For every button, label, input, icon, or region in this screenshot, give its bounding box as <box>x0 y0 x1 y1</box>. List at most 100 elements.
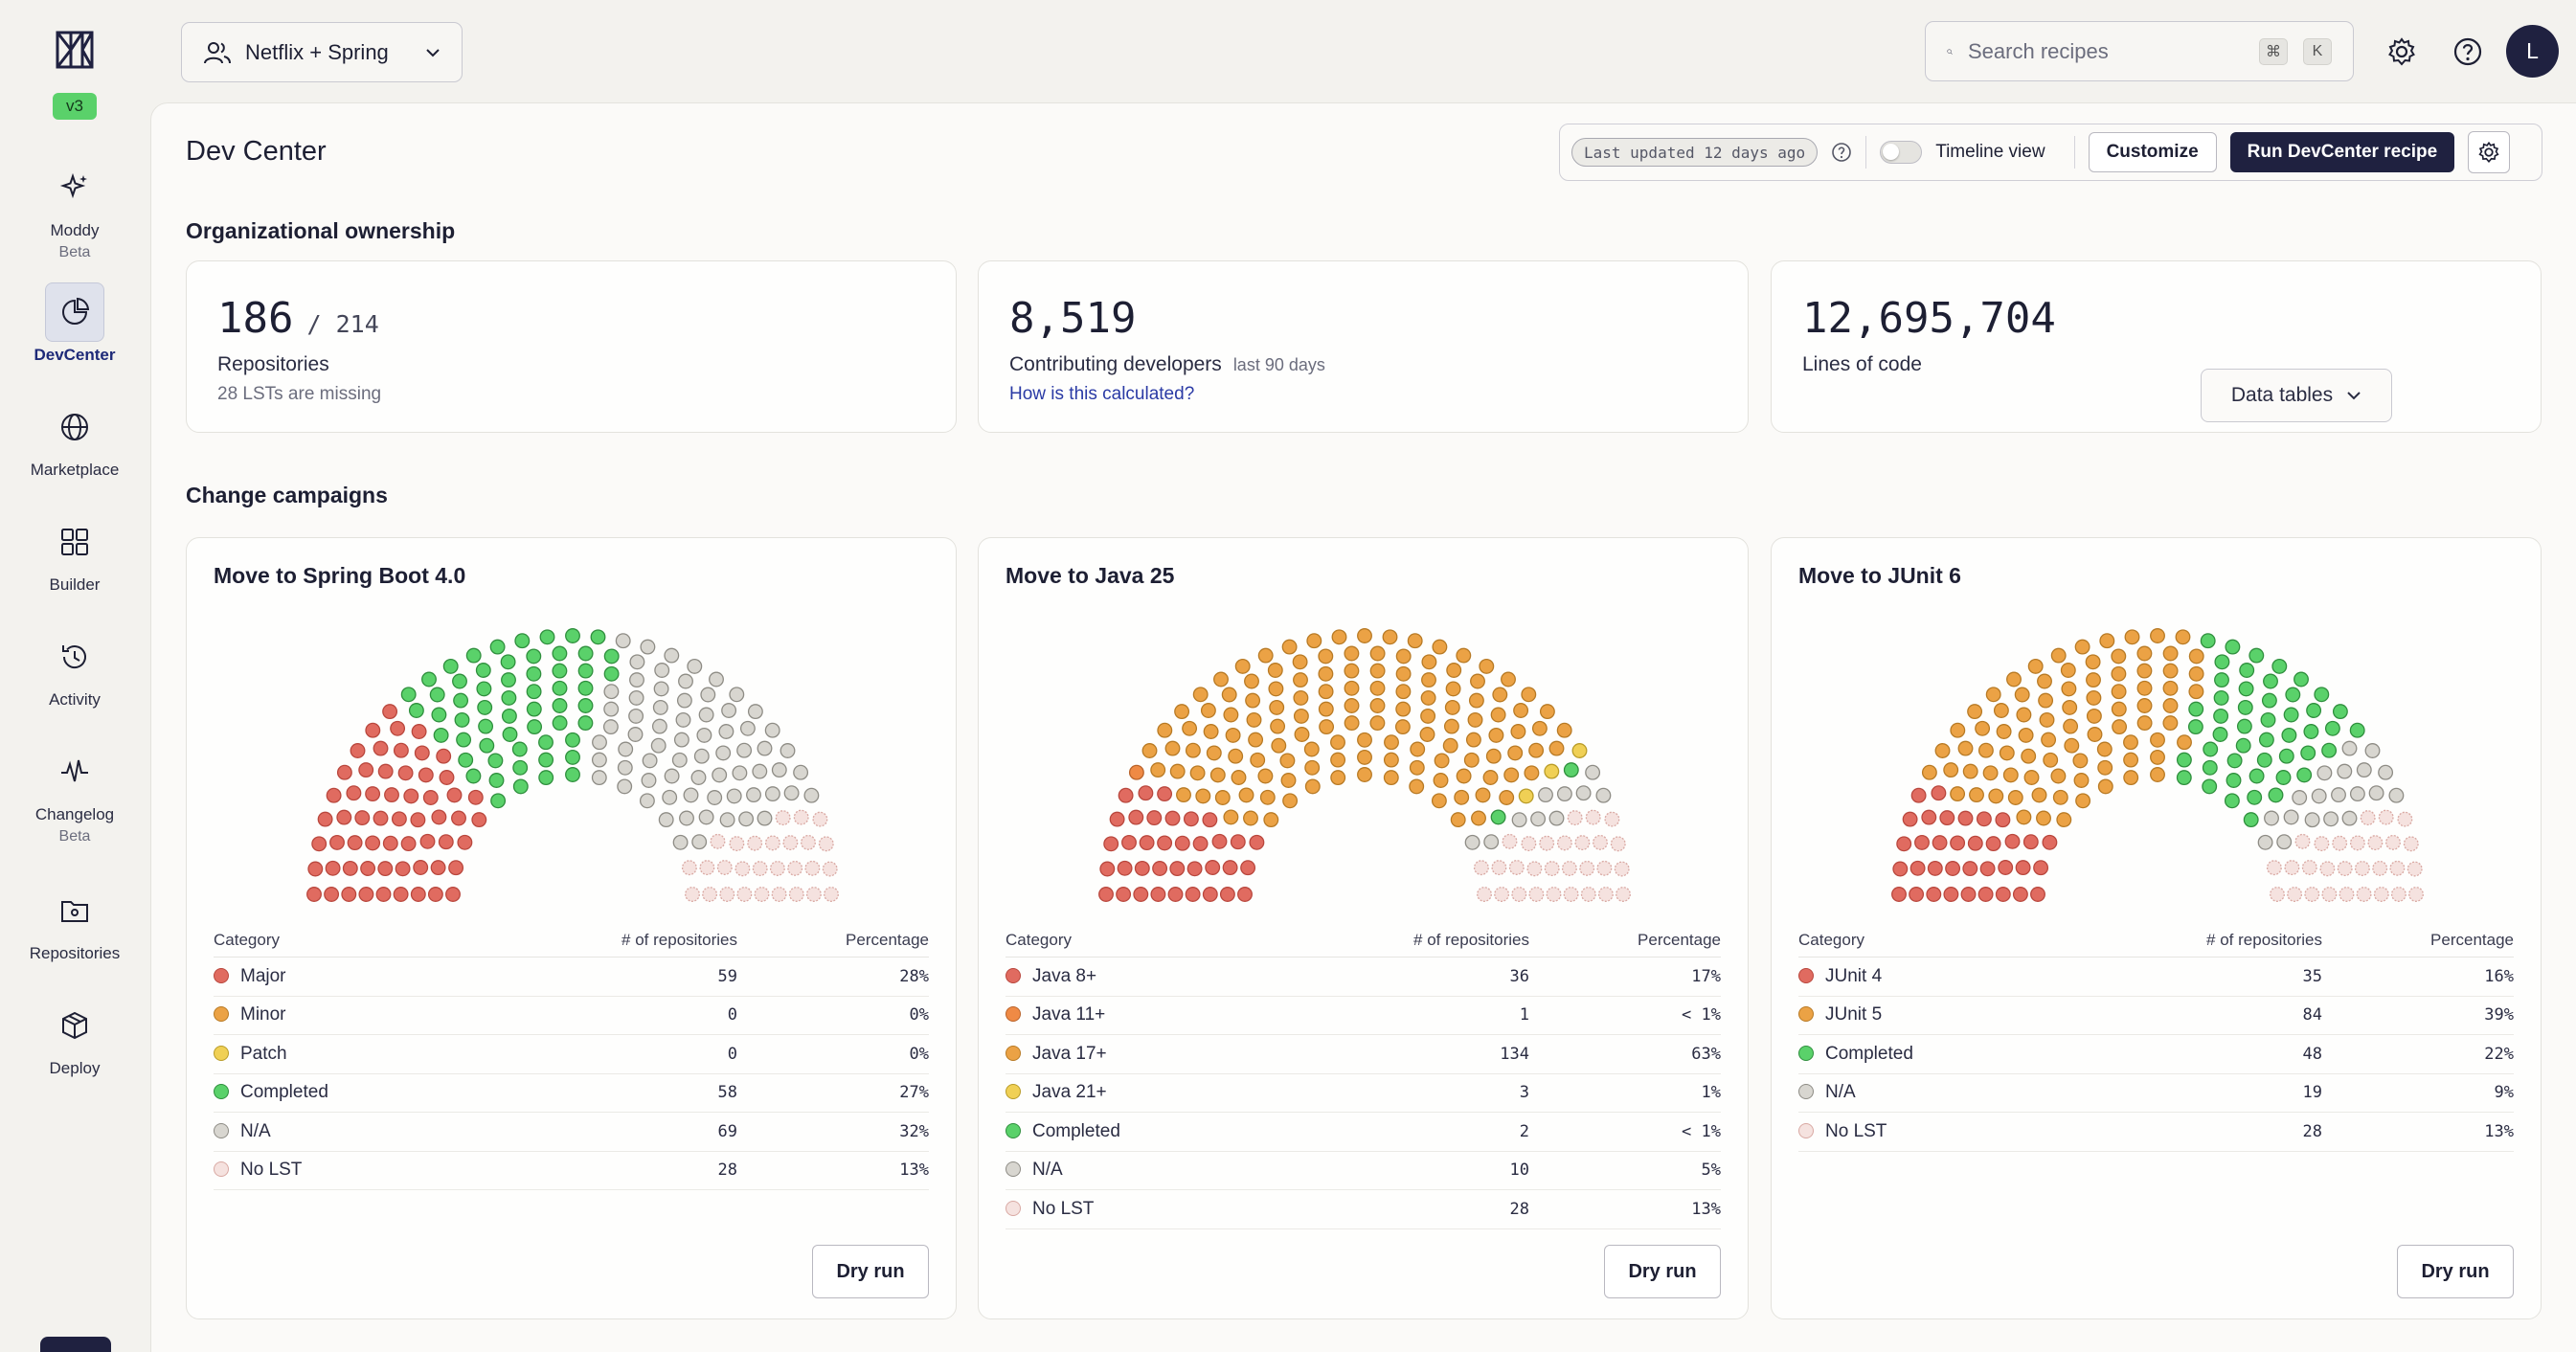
parliament-seat[interactable] <box>2256 752 2272 768</box>
parliament-seat[interactable] <box>1421 654 1437 670</box>
parliament-seat[interactable] <box>2006 671 2022 687</box>
parliament-seat[interactable] <box>752 763 768 779</box>
parliament-seat[interactable] <box>2150 767 2165 782</box>
parliament-seat[interactable] <box>752 861 768 877</box>
info-icon[interactable] <box>1831 142 1852 163</box>
parliament-seat[interactable] <box>1395 684 1412 700</box>
parliament-seat[interactable] <box>2319 861 2336 877</box>
parliament-seat[interactable] <box>683 787 699 803</box>
parliament-seat[interactable] <box>1464 834 1480 850</box>
parliament-seat[interactable] <box>2248 647 2265 664</box>
parliament-seat[interactable] <box>673 732 689 748</box>
parliament-seat[interactable] <box>2022 834 2039 850</box>
parliament-seat[interactable] <box>2177 734 2192 751</box>
parliament-seat[interactable] <box>1456 647 1472 664</box>
parliament-seat[interactable] <box>691 834 708 850</box>
parliament-seat[interactable] <box>2356 762 2372 778</box>
parliament-seat[interactable] <box>2023 770 2040 785</box>
parliament-seat[interactable] <box>1214 790 1231 805</box>
parliament-seat[interactable] <box>1128 764 1144 780</box>
parliament-seat[interactable] <box>1969 787 1984 803</box>
parliament-seat[interactable] <box>1116 887 1132 902</box>
parliament-seat[interactable] <box>679 810 694 826</box>
parliament-seat[interactable] <box>1230 834 1246 850</box>
parliament-seat[interactable] <box>1330 770 1346 786</box>
parliament-seat[interactable] <box>640 639 656 655</box>
parliament-seat[interactable] <box>2021 748 2037 764</box>
parliament-seat[interactable] <box>451 810 466 826</box>
parliament-seat[interactable] <box>1502 833 1518 849</box>
parliament-seat[interactable] <box>729 687 745 703</box>
parliament-seat[interactable] <box>2050 647 2067 664</box>
search-box[interactable]: ⌘ K <box>1925 21 2354 81</box>
parliament-seat[interactable] <box>2385 834 2401 850</box>
parliament-seat[interactable] <box>1575 785 1592 801</box>
parliament-seat[interactable] <box>1988 788 2004 804</box>
parliament-seat[interactable] <box>373 810 389 826</box>
parliament-seat[interactable] <box>1967 835 1983 851</box>
parliament-seat[interactable] <box>2213 689 2229 706</box>
category-row[interactable]: N/A 69 32% <box>214 1112 929 1152</box>
parliament-seat[interactable] <box>2016 707 2032 723</box>
parliament-seat[interactable] <box>702 887 718 902</box>
parliament-seat[interactable] <box>618 741 634 757</box>
parliament-seat[interactable] <box>1344 698 1360 713</box>
category-row[interactable]: JUnit 4 35 16% <box>1798 957 2514 997</box>
parliament-seat[interactable] <box>1192 836 1209 852</box>
parliament-seat[interactable] <box>1477 887 1492 902</box>
parliament-seat[interactable] <box>662 789 678 805</box>
parliament-seat[interactable] <box>803 787 820 803</box>
parliament-seat[interactable] <box>1117 860 1133 876</box>
parliament-seat[interactable] <box>2271 658 2288 674</box>
parliament-seat[interactable] <box>501 689 517 706</box>
parliament-seat[interactable] <box>2064 737 2080 754</box>
parliament-seat[interactable] <box>1150 887 1166 902</box>
parliament-seat[interactable] <box>2248 768 2265 784</box>
parliament-seat[interactable] <box>2324 720 2340 736</box>
parliament-seat[interactable] <box>2285 687 2301 703</box>
parliament-seat[interactable] <box>696 727 712 743</box>
parliament-seat[interactable] <box>2136 715 2153 732</box>
help-button[interactable] <box>2447 31 2489 73</box>
parliament-seat[interactable] <box>1563 887 1579 902</box>
parliament-seat[interactable] <box>1531 720 1548 736</box>
parliament-seat[interactable] <box>1280 773 1297 788</box>
parliament-seat[interactable] <box>1139 835 1155 851</box>
parliament-seat[interactable] <box>2136 645 2153 662</box>
parliament-seat[interactable] <box>1222 860 1238 876</box>
parliament-seat[interactable] <box>477 699 493 715</box>
parliament-seat[interactable] <box>2056 812 2072 828</box>
parliament-seat[interactable] <box>1118 787 1134 803</box>
parliament-seat[interactable] <box>2339 887 2355 902</box>
parliament-seat[interactable] <box>747 835 763 851</box>
parliament-seat[interactable] <box>1344 663 1360 679</box>
parliament-seat[interactable] <box>526 648 542 665</box>
parliament-seat[interactable] <box>1134 860 1150 876</box>
parliament-seat[interactable] <box>1443 718 1459 734</box>
parliament-seat[interactable] <box>1133 887 1149 902</box>
parliament-seat[interactable] <box>393 887 409 902</box>
parliament-seat[interactable] <box>552 663 568 679</box>
parliament-seat[interactable] <box>2096 741 2113 757</box>
parliament-seat[interactable] <box>1121 834 1137 850</box>
parliament-seat[interactable] <box>721 703 737 718</box>
parliament-seat[interactable] <box>1223 707 1239 723</box>
parliament-seat[interactable] <box>1225 727 1241 743</box>
parliament-seat[interactable] <box>2368 785 2384 801</box>
parliament-seat[interactable] <box>2136 698 2153 713</box>
parliament-seat[interactable] <box>1999 745 2015 761</box>
parliament-seat[interactable] <box>1446 663 1462 678</box>
parliament-seat[interactable] <box>629 654 645 670</box>
parliament-seat[interactable] <box>500 654 516 670</box>
parliament-seat[interactable] <box>1281 639 1298 655</box>
parliament-seat[interactable] <box>818 836 834 852</box>
parliament-seat[interactable] <box>411 724 427 739</box>
parliament-seat[interactable] <box>454 711 470 728</box>
parliament-seat[interactable] <box>746 787 761 803</box>
category-row[interactable]: Completed 2 < 1% <box>1006 1112 1721 1152</box>
parliament-seat[interactable] <box>715 745 732 761</box>
parliament-seat[interactable] <box>410 887 426 902</box>
parliament-seat[interactable] <box>1492 687 1508 703</box>
parliament-seat[interactable] <box>681 860 697 876</box>
parliament-seat[interactable] <box>1556 835 1572 851</box>
